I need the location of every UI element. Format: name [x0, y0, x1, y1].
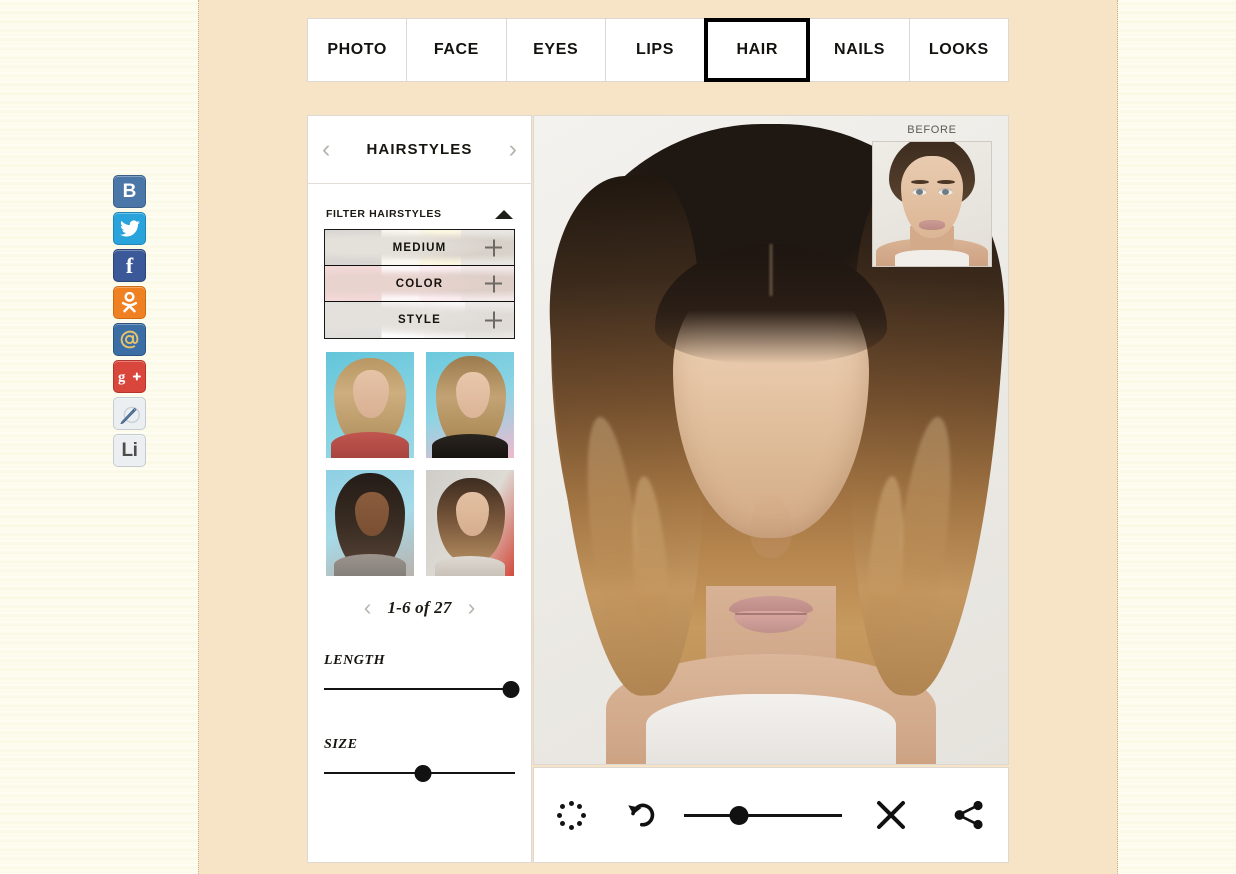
photo-toolbar: [533, 767, 1009, 863]
filter-label: FILTER HAIRSTYLES: [326, 208, 442, 220]
size-slider-knob[interactable]: [414, 765, 432, 782]
hairstyle-thumbnail[interactable]: [325, 470, 414, 576]
model-lips: [729, 596, 813, 634]
close-button[interactable]: [852, 799, 930, 831]
vk-icon[interactable]: B: [113, 175, 146, 208]
model-nose: [750, 496, 792, 558]
tab-nails[interactable]: NAILS: [809, 18, 910, 82]
tab-lips[interactable]: LIPS: [604, 18, 706, 82]
ok-glyph-icon: [121, 292, 138, 313]
tab-face[interactable]: FACE: [406, 18, 507, 82]
plus-icon-medium[interactable]: [485, 239, 502, 256]
length-slider-knob[interactable]: [502, 681, 520, 698]
length-slider[interactable]: [324, 681, 520, 698]
filter-row-medium[interactable]: MEDIUM: [325, 230, 514, 266]
google-plus-glyph-icon: g: [118, 370, 141, 385]
li-glyph: Li: [121, 440, 138, 461]
twitter-icon[interactable]: [113, 212, 146, 245]
pagination-label: 1-6 of 27: [387, 597, 452, 617]
thumb-face: [352, 370, 389, 418]
share-button[interactable]: [930, 800, 1008, 830]
hair-part: [769, 244, 773, 296]
thumb-garment: [333, 554, 406, 576]
chevron-up-icon[interactable]: [495, 209, 513, 219]
before-thumbnail[interactable]: [872, 141, 992, 267]
app-root: B f g Li PHOTO FACE EYES LIPS HAIR NAILS…: [0, 0, 1236, 874]
liveinternet-icon[interactable]: Li: [113, 434, 146, 467]
vk-glyph: B: [122, 181, 137, 202]
filter-header[interactable]: FILTER HAIRSTYLES: [308, 184, 531, 229]
before-lips: [919, 220, 945, 230]
filter-row-color[interactable]: COLOR: [325, 266, 514, 302]
facebook-glyph: f: [125, 252, 134, 278]
lip-line: [735, 613, 807, 615]
tab-hair[interactable]: HAIR: [704, 18, 811, 82]
svg-text:g: g: [118, 370, 126, 385]
thumb-garment: [431, 434, 508, 458]
at-sign-icon: [120, 330, 139, 349]
close-icon: [877, 801, 905, 829]
twitter-bird-icon: [119, 220, 140, 237]
filter-rows: MEDIUM COLOR STYLE: [324, 229, 515, 339]
thumb-face: [455, 372, 490, 418]
length-slider-label: LENGTH: [324, 653, 386, 668]
hairstyles-panel: ‹ HAIRSTYLES › FILTER HAIRSTYLES MEDIUM …: [307, 115, 532, 863]
hairstyle-thumbnail[interactable]: [325, 352, 414, 458]
before-label: BEFORE: [907, 124, 957, 136]
livejournal-icon[interactable]: [113, 397, 146, 430]
filter-row-medium-label: MEDIUM: [392, 241, 447, 254]
compare-button[interactable]: [534, 800, 608, 830]
main-tabbar: PHOTO FACE EYES LIPS HAIR NAILS LOOKS: [307, 18, 1009, 82]
social-share-rail: B f g Li: [113, 175, 147, 467]
photo-preview[interactable]: BEFORE: [533, 115, 1009, 765]
hairstyle-thumbnail[interactable]: [425, 470, 514, 576]
undo-icon: [628, 803, 655, 827]
thumb-garment: [330, 432, 409, 458]
odnoklassniki-icon[interactable]: [113, 286, 146, 319]
panel-title: HAIRSTYLES: [366, 141, 473, 158]
opacity-slider-wrap: [674, 806, 852, 825]
filter-row-style-label: STYLE: [397, 314, 442, 326]
size-slider[interactable]: [324, 765, 515, 782]
filter-row-color-label: COLOR: [395, 277, 444, 290]
hairstyle-thumbnail[interactable]: [425, 352, 514, 458]
filter-row-style[interactable]: STYLE: [325, 302, 514, 338]
dotted-circle-icon: [556, 800, 586, 830]
thumb-face: [455, 492, 489, 536]
panel-next-arrow-icon[interactable]: ›: [509, 137, 517, 162]
model-garment: [646, 694, 896, 764]
panel-header: ‹ HAIRSTYLES ›: [308, 116, 531, 184]
mailru-icon[interactable]: [113, 323, 146, 356]
opacity-slider-knob[interactable]: [729, 806, 749, 825]
tab-eyes[interactable]: EYES: [505, 18, 606, 82]
size-slider-block: SIZE: [324, 737, 515, 782]
facebook-icon[interactable]: f: [113, 249, 146, 282]
before-eye-left: [912, 188, 927, 195]
plus-icon-style[interactable]: [485, 311, 502, 329]
pencil-icon: [120, 406, 140, 424]
thumb-face: [354, 492, 389, 536]
before-eye-right: [938, 188, 953, 195]
tab-looks[interactable]: LOOKS: [908, 18, 1009, 82]
size-slider-label: SIZE: [324, 737, 358, 752]
pagination-next-icon[interactable]: ›: [468, 596, 476, 619]
before-eyebrow-left: [911, 180, 929, 184]
before-preview: BEFORE: [872, 124, 992, 267]
tab-photo[interactable]: PHOTO: [307, 18, 408, 82]
thumb-garment: [434, 556, 505, 576]
hairstyle-thumbnail-grid: [308, 352, 531, 576]
googleplus-icon[interactable]: g: [113, 360, 146, 393]
opacity-slider[interactable]: [684, 806, 842, 825]
thumbnail-pagination: ‹ 1-6 of 27 ›: [308, 596, 531, 619]
undo-button[interactable]: [608, 799, 674, 831]
share-icon: [954, 800, 983, 830]
before-eyebrow-right: [937, 180, 955, 184]
before-garment: [895, 250, 969, 266]
panel-prev-arrow-icon[interactable]: ‹: [322, 137, 330, 162]
length-slider-block: LENGTH: [324, 653, 520, 698]
pagination-prev-icon[interactable]: ‹: [364, 596, 372, 619]
plus-icon-color[interactable]: [485, 275, 502, 292]
